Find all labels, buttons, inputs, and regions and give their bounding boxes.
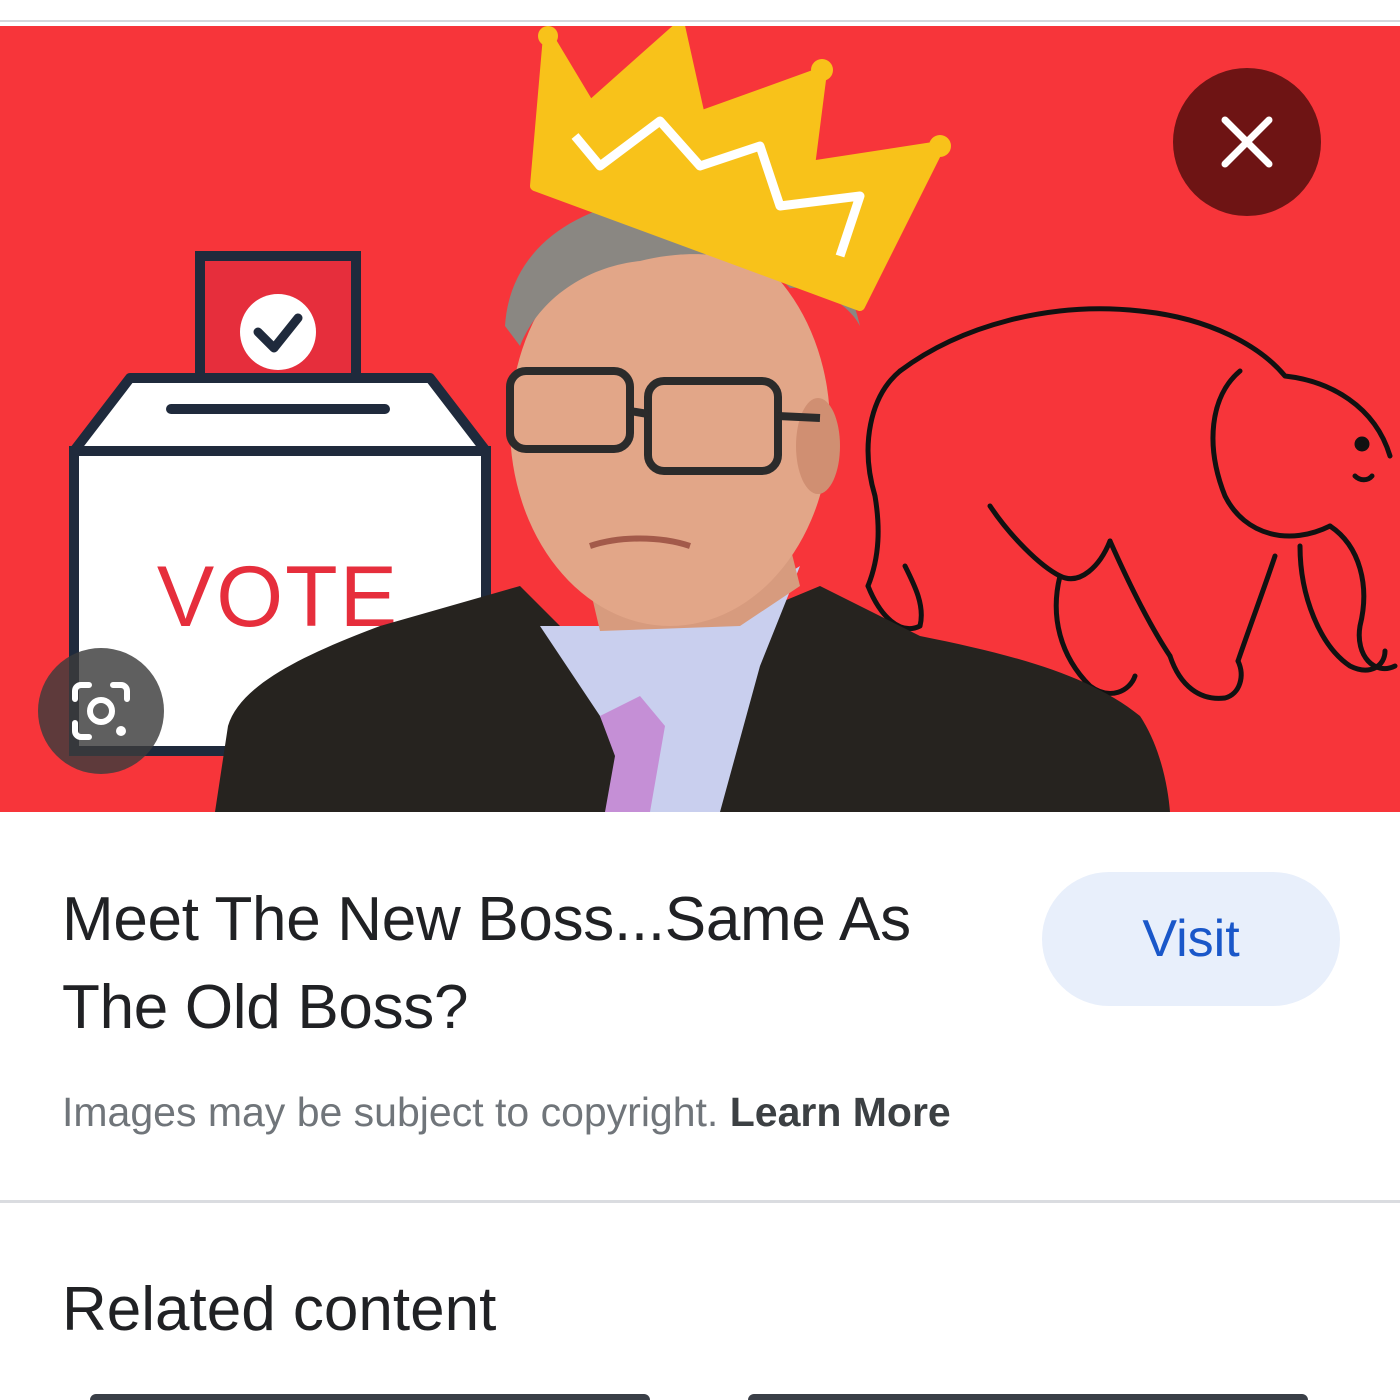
close-icon bbox=[1221, 116, 1273, 168]
ear bbox=[796, 398, 840, 494]
related-thumbnail-peek[interactable] bbox=[90, 1394, 650, 1400]
visit-button[interactable]: Visit bbox=[1042, 872, 1340, 1006]
top-divider bbox=[0, 20, 1400, 22]
copyright-notice: Images may be subject to copyright. Lear… bbox=[62, 1086, 951, 1138]
ballot-box-label: VOTE bbox=[157, 549, 399, 645]
section-divider bbox=[0, 1200, 1400, 1203]
result-title-line1: Meet The New Boss...Same As bbox=[62, 885, 911, 954]
result-title[interactable]: Meet The New Boss...Same As The Old Boss… bbox=[62, 876, 1022, 1052]
related-thumbnail-peek[interactable] bbox=[748, 1394, 1308, 1400]
visual-search-button[interactable] bbox=[38, 648, 164, 774]
ballot-box-lid bbox=[69, 373, 491, 456]
hero-image[interactable]: VOTE bbox=[0, 26, 1400, 812]
image-viewer-page: VOTE Meet The New Boss...Same As The Old… bbox=[0, 0, 1400, 1400]
lens-icon bbox=[72, 682, 130, 740]
ballot-slot bbox=[166, 404, 390, 414]
result-title-line2: The Old Boss? bbox=[62, 973, 469, 1042]
related-content-heading: Related content bbox=[62, 1275, 497, 1344]
learn-more-link[interactable]: Learn More bbox=[730, 1089, 951, 1135]
copyright-text: Images may be subject to copyright. bbox=[62, 1089, 719, 1135]
ballot-check-circle bbox=[240, 294, 316, 370]
close-button[interactable] bbox=[1173, 68, 1321, 216]
